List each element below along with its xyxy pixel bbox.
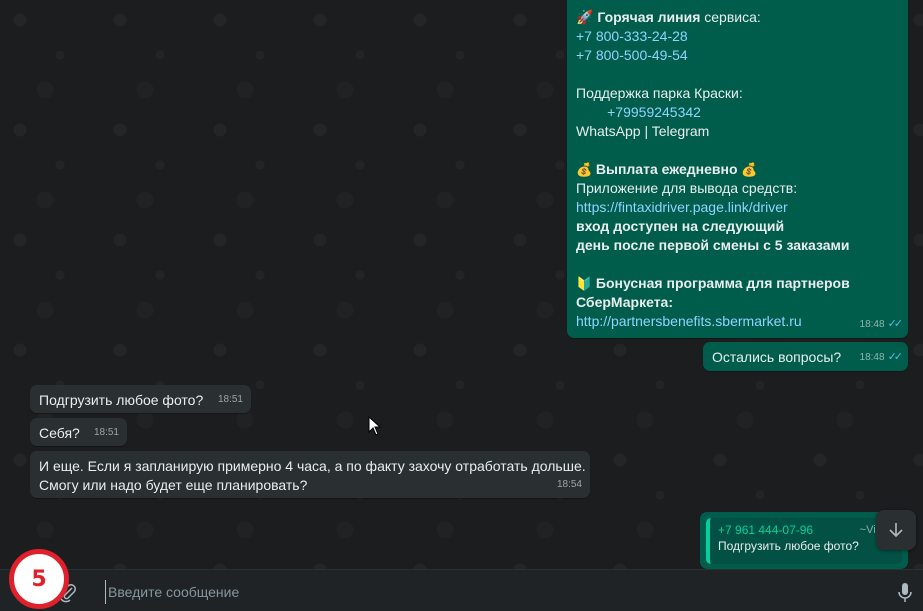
money-bag-icon: 💰 — [576, 162, 593, 177]
quoted-sender-number: +7 961 444-07-96 — [718, 523, 814, 537]
quoted-message[interactable]: +7 961 444-07-96 ~Viktor Подгрузить любо… — [706, 518, 902, 564]
bonus-title-2: СберМаркета: — [576, 294, 673, 310]
bonus-link[interactable]: http://partnersbenefits.sbermarket.ru — [576, 312, 899, 331]
message-text-line-1: И еще. Если я запланирую примерно 4 часа… — [39, 458, 586, 474]
outgoing-message-questions[interactable]: Остались вопросы? 18:48 ✓✓ — [703, 342, 908, 371]
bonus-title: 🔰 Бонусная программа для партнеров — [576, 275, 850, 291]
message-composer — [0, 569, 923, 611]
messengers-label: WhatsApp | Telegram — [576, 123, 710, 139]
double-check-icon: ✓✓ — [887, 318, 904, 330]
app-line: Приложение для вывода средств: — [576, 180, 798, 196]
message-time: 18:51 — [93, 427, 119, 438]
bonus-icon: 🔰 — [576, 276, 593, 291]
app-link[interactable]: https://fintaxidriver.page.link/driver — [576, 198, 899, 217]
step-number-badge: 5 — [9, 549, 69, 609]
scroll-to-bottom-button[interactable] — [876, 510, 916, 550]
access-line-2: день после первой смены с 5 заказами — [576, 237, 850, 253]
message-meta: 18:48 ✓✓ — [860, 348, 904, 367]
message-text: Подгрузить любое фото? — [39, 392, 204, 408]
incoming-message[interactable]: Подгрузить любое фото? 18:51 — [30, 385, 251, 413]
message-input[interactable] — [105, 580, 865, 604]
chat-panel: 🚀 Горячая линия сервиса: +7 800-333-24-2… — [0, 0, 923, 569]
microphone-icon[interactable] — [897, 582, 913, 604]
payout-title: 💰 Выплата ежедневно 💰 — [576, 161, 758, 177]
message-text-line-2: Смогу или надо будет еще планировать? — [39, 477, 308, 493]
outgoing-message-info[interactable]: 🚀 Горячая линия сервиса: +7 800-333-24-2… — [567, 0, 908, 338]
message-text: Себя? — [39, 425, 80, 441]
access-line-1: вход доступен на следующий — [576, 218, 785, 234]
message-time: 18:51 — [217, 394, 243, 405]
phone-link-2[interactable]: +7 800-500-49-54 — [576, 46, 899, 65]
phone-link-1[interactable]: +7 800-333-24-28 — [576, 27, 899, 46]
arrow-down-icon — [889, 523, 903, 538]
incoming-message[interactable]: И еще. Если я запланирую примерно 4 часа… — [30, 451, 590, 498]
message-time: 18:54 — [556, 479, 582, 490]
hotline-line: 🚀 Горячая линия сервиса: — [576, 9, 761, 25]
message-text: Остались вопросы? — [712, 349, 842, 365]
quoted-text: Подгрузить любое фото? — [718, 539, 859, 553]
message-meta: 18:48 ✓✓ — [860, 315, 904, 334]
mouse-cursor-icon — [368, 416, 382, 436]
double-check-icon: ✓✓ — [887, 351, 904, 363]
money-bag-icon: 💰 — [741, 162, 758, 177]
incoming-message[interactable]: Себя? 18:51 — [30, 418, 127, 446]
park-support-label: Поддержка парка Краски: — [576, 85, 743, 101]
park-phone-link[interactable]: +79959245342 — [576, 103, 899, 122]
